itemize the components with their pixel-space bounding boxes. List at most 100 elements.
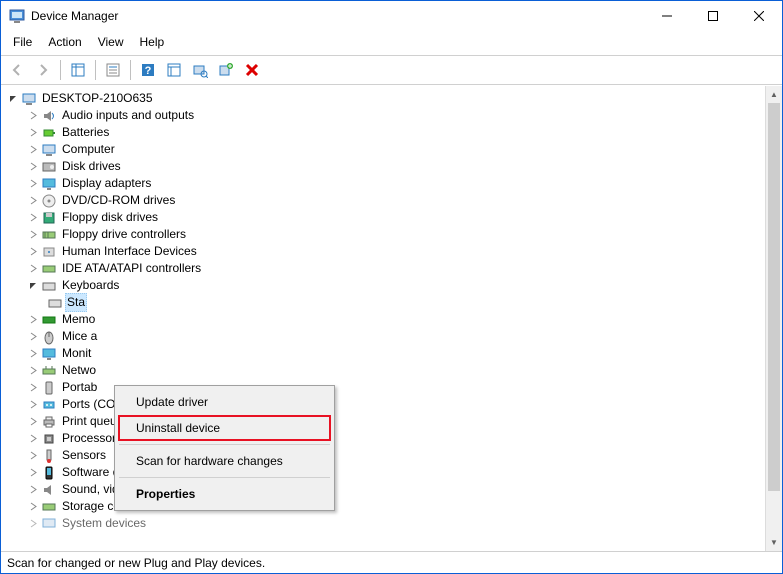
menubar: File Action View Help	[1, 31, 782, 55]
chevron-right-icon[interactable]	[27, 450, 39, 462]
chevron-right-icon[interactable]	[27, 484, 39, 496]
menu-separator	[119, 477, 330, 478]
tree-category[interactable]: Human Interface Devices	[5, 243, 765, 260]
show-hidden-button[interactable]	[162, 58, 186, 82]
tree-category[interactable]: Audio inputs and outputs	[5, 107, 765, 124]
chevron-right-icon[interactable]	[27, 518, 39, 530]
cpu-icon	[41, 431, 57, 447]
scroll-up-button[interactable]: ▲	[766, 86, 782, 103]
chevron-right-icon[interactable]	[27, 110, 39, 122]
chevron-right-icon[interactable]	[27, 314, 39, 326]
chevron-right-icon[interactable]	[27, 229, 39, 241]
menu-help[interactable]: Help	[134, 33, 171, 51]
tree-label: Portab	[61, 379, 98, 396]
tree-root-label: DESKTOP-210O635	[41, 90, 154, 107]
tree-category[interactable]: Memo	[5, 311, 765, 328]
chevron-right-icon[interactable]	[27, 331, 39, 343]
system-icon	[41, 516, 57, 532]
maximize-button[interactable]	[690, 1, 736, 31]
scan-hardware-button[interactable]	[188, 58, 212, 82]
chevron-right-icon[interactable]	[27, 212, 39, 224]
chevron-right-icon[interactable]	[27, 467, 39, 479]
keyboard-icon	[41, 278, 57, 294]
svg-text:?: ?	[145, 65, 152, 77]
disk-icon	[41, 159, 57, 175]
forward-button[interactable]	[31, 58, 55, 82]
scroll-thumb[interactable]	[768, 103, 780, 491]
menu-action[interactable]: Action	[42, 33, 87, 51]
chevron-right-icon[interactable]	[27, 416, 39, 428]
chevron-right-icon[interactable]	[27, 263, 39, 275]
tree-label: Floppy drive controllers	[61, 226, 187, 243]
tree-label: Sensors	[61, 447, 107, 464]
dvd-icon	[41, 193, 57, 209]
window-title: Device Manager	[31, 9, 644, 23]
software-icon	[41, 465, 57, 481]
window-controls	[644, 1, 782, 31]
menu-view[interactable]: View	[92, 33, 130, 51]
tree-category[interactable]: Mice a	[5, 328, 765, 345]
tree-category[interactable]: DVD/CD-ROM drives	[5, 192, 765, 209]
menu-uninstall-device[interactable]: Uninstall device	[118, 415, 331, 441]
chevron-down-icon[interactable]	[7, 93, 19, 105]
add-legacy-button[interactable]	[214, 58, 238, 82]
tree-category[interactable]: Monit	[5, 345, 765, 362]
tree-label: DVD/CD-ROM drives	[61, 192, 176, 209]
chevron-right-icon[interactable]	[27, 246, 39, 258]
minimize-button[interactable]	[644, 1, 690, 31]
tree-label: System devices	[61, 515, 147, 532]
tree-category[interactable]: IDE ATA/ATAPI controllers	[5, 260, 765, 277]
scroll-down-button[interactable]: ▼	[766, 534, 782, 551]
tree-category[interactable]: Computer	[5, 141, 765, 158]
storage-icon	[41, 499, 57, 515]
chevron-right-icon[interactable]	[27, 365, 39, 377]
tree-label: Netwo	[61, 362, 97, 379]
vertical-scrollbar[interactable]: ▲ ▼	[765, 86, 782, 551]
tree-device-keyboard[interactable]: Sta	[5, 294, 765, 311]
monitor-icon	[41, 346, 57, 362]
tree-category[interactable]: Display adapters	[5, 175, 765, 192]
tree-category[interactable]: Disk drives	[5, 158, 765, 175]
tree-category-keyboards[interactable]: Keyboards	[5, 277, 765, 294]
chevron-right-icon[interactable]	[27, 399, 39, 411]
keyboard-icon	[47, 295, 63, 311]
tree-category[interactable]: Netwo	[5, 362, 765, 379]
menu-scan-hardware[interactable]: Scan for hardware changes	[118, 448, 331, 474]
chevron-down-icon[interactable]	[27, 280, 39, 292]
back-button[interactable]	[5, 58, 29, 82]
chevron-right-icon[interactable]	[27, 161, 39, 173]
network-icon	[41, 363, 57, 379]
help-button[interactable]: ?	[136, 58, 160, 82]
chevron-right-icon[interactable]	[27, 144, 39, 156]
tree-category[interactable]: Floppy drive controllers	[5, 226, 765, 243]
chevron-right-icon[interactable]	[27, 178, 39, 190]
chevron-right-icon[interactable]	[27, 433, 39, 445]
tree-category[interactable]: System devices	[5, 515, 765, 532]
uninstall-button[interactable]	[240, 58, 264, 82]
show-hide-tree-button[interactable]	[66, 58, 90, 82]
battery-icon	[41, 125, 57, 141]
tree-root[interactable]: DESKTOP-210O635	[5, 90, 765, 107]
properties-button[interactable]	[101, 58, 125, 82]
toolbar-separator	[60, 60, 61, 80]
scroll-track[interactable]	[766, 103, 782, 534]
device-manager-window: Device Manager File Action View Help ?	[0, 0, 783, 574]
tree-category[interactable]: Batteries	[5, 124, 765, 141]
chevron-right-icon[interactable]	[27, 501, 39, 513]
display-icon	[41, 176, 57, 192]
tree-label: Floppy disk drives	[61, 209, 159, 226]
tree-label: Keyboards	[61, 277, 120, 294]
chevron-right-icon[interactable]	[27, 348, 39, 360]
content-area: DESKTOP-210O635 Audio inputs and outputs…	[1, 85, 782, 551]
menu-file[interactable]: File	[7, 33, 38, 51]
chevron-right-icon[interactable]	[27, 127, 39, 139]
toolbar-separator	[95, 60, 96, 80]
chevron-right-icon[interactable]	[27, 195, 39, 207]
tree-label: Display adapters	[61, 175, 152, 192]
menu-update-driver[interactable]: Update driver	[118, 389, 331, 415]
memory-icon	[41, 312, 57, 328]
tree-category[interactable]: Floppy disk drives	[5, 209, 765, 226]
menu-properties[interactable]: Properties	[118, 481, 331, 507]
close-button[interactable]	[736, 1, 782, 31]
chevron-right-icon[interactable]	[27, 382, 39, 394]
